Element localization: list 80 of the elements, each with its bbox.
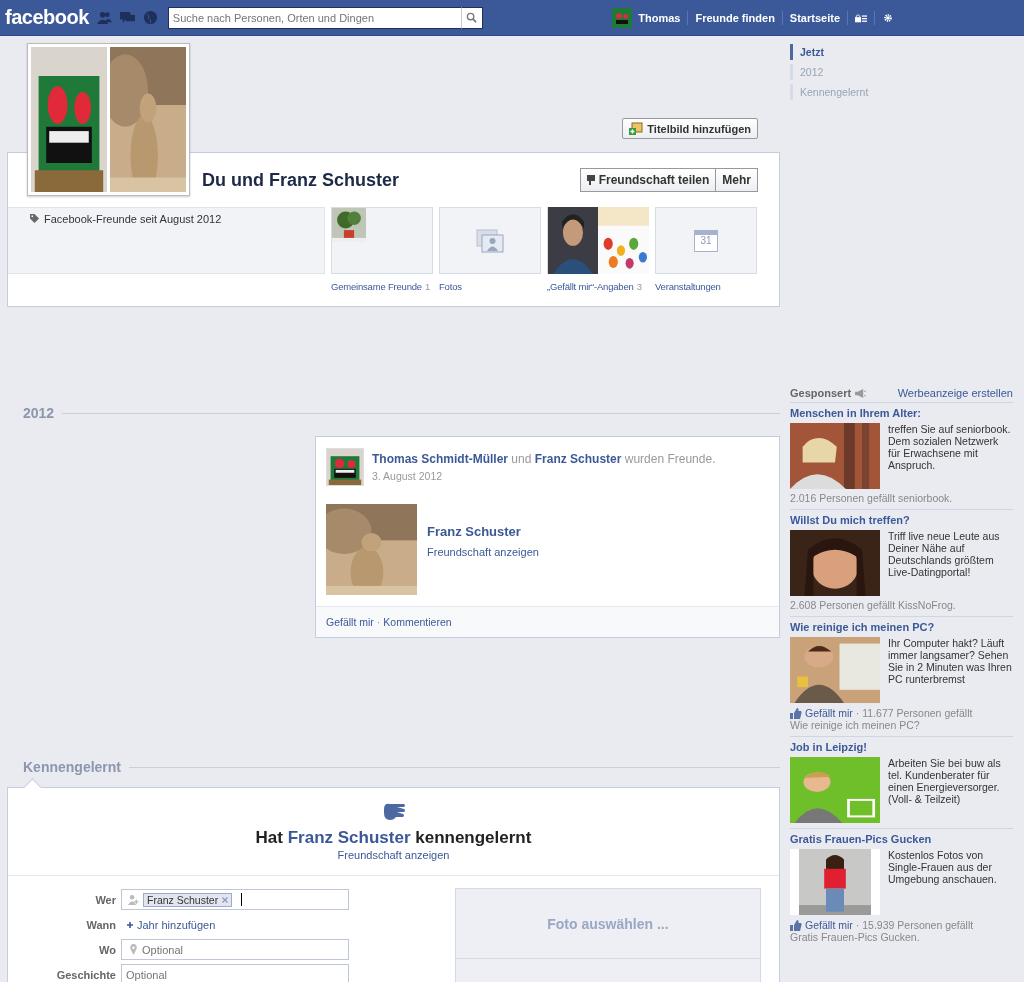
ad-title[interactable]: Gratis Frauen-Pics Gucken bbox=[790, 833, 1013, 845]
lock-icon[interactable] bbox=[855, 12, 867, 23]
search-field[interactable]: Suche nach Personen, Orten und Dingen bbox=[167, 6, 461, 29]
plus-icon bbox=[127, 921, 133, 928]
tile[interactable] bbox=[547, 207, 649, 274]
ad-title[interactable]: Willst Du mich treffen? bbox=[790, 514, 1013, 526]
ad-text: treffen Sie auf seniorbook. Dem sozialen Netzwerk für Erwachsene mit Anspruch. bbox=[888, 423, 1012, 473]
ad-title[interactable]: Menschen in Ihrem Alter: bbox=[790, 407, 1013, 419]
tile-link[interactable]: Fotos bbox=[439, 281, 462, 292]
profile-link[interactable]: Thomas bbox=[638, 11, 681, 24]
profile-link[interactable]: Thomas Schmidt-Müller bbox=[372, 452, 508, 466]
social-text: 2.608 Personen gefällt KissNoFrog. bbox=[790, 599, 957, 611]
megaphone-icon bbox=[855, 388, 867, 398]
share-friendship-button[interactable]: Freundschaft teilen bbox=[579, 168, 717, 192]
section-heading: Kennengelernt bbox=[23, 759, 121, 775]
field-label: Wer bbox=[94, 893, 117, 906]
view-friendship-link[interactable]: Freundschaft anzeigen bbox=[337, 849, 450, 861]
tile[interactable] bbox=[439, 207, 541, 274]
more-button[interactable]: Mehr bbox=[716, 168, 758, 192]
hand-icon bbox=[381, 801, 406, 821]
like-link[interactable]: Gefällt mir bbox=[790, 707, 853, 719]
search-icon bbox=[466, 12, 478, 23]
friend-name-link[interactable]: Franz Schuster bbox=[287, 828, 411, 847]
profile-link[interactable]: Franz Schuster bbox=[534, 452, 622, 466]
add-year-link[interactable]: Jahr hinzufügen bbox=[127, 918, 216, 931]
image-add-icon bbox=[629, 121, 644, 136]
count-text: 1 bbox=[424, 281, 430, 292]
field-label: Wann bbox=[85, 918, 117, 931]
friends-since-text: Facebook-Freunde seit August 2012 bbox=[44, 213, 222, 225]
ad-text: Arbeiten Sie bei buw als tel. Kundenberater für einen Energieversorger. (Voll- & Teilzeit) bbox=[888, 757, 1002, 807]
nav-link[interactable]: Startseite bbox=[789, 11, 840, 24]
tile[interactable] bbox=[331, 207, 433, 274]
tile-link[interactable]: Veranstaltungen bbox=[655, 281, 721, 292]
field-label: Geschichte bbox=[55, 968, 117, 981]
friend-name-link[interactable]: Franz Schuster bbox=[427, 523, 539, 539]
year-heading: 2012 bbox=[23, 405, 55, 421]
ad-text: Kostenlos Fotos von Single-Frauen aus der Umgebung anschauen. bbox=[888, 849, 998, 887]
tile-link[interactable]: Gemeinsame Freunde bbox=[331, 281, 422, 292]
pin-icon bbox=[128, 944, 139, 955]
field-label: Wo bbox=[98, 943, 117, 956]
person-add-icon bbox=[128, 894, 139, 905]
nav-link[interactable]: Freunde finden bbox=[695, 11, 775, 24]
separator-text: · bbox=[376, 616, 381, 628]
place-field[interactable]: Optional bbox=[121, 939, 349, 960]
ad-title[interactable]: Job in Leipzig! bbox=[790, 741, 1013, 753]
like-link[interactable]: Gefällt mir bbox=[790, 919, 853, 931]
social-text: 2.016 Personen gefällt seniorbook. bbox=[790, 492, 954, 504]
ad-text: Ihr Computer hakt? Läuft immer langsamer? Sehen Sie in 2 Minuten was Ihren PC runterbremst bbox=[888, 637, 1013, 687]
logo[interactable]: facebook bbox=[5, 6, 89, 29]
settings-icon[interactable] bbox=[882, 12, 894, 23]
ad-text: Triff live neue Leute aus Deiner Nähe auf Deutschlands größtem Live-Datingportal! bbox=[888, 530, 1001, 580]
tile-link[interactable]: „Gefällt mir“-Angaben bbox=[547, 281, 634, 292]
page-title: Du und Franz Schuster bbox=[202, 169, 399, 191]
story-text: Thomas Schmidt-Müller und Franz Schuster wurden Freunde. bbox=[372, 452, 716, 466]
date-text: 3. August 2012 bbox=[372, 470, 444, 482]
thumbs-up-icon bbox=[790, 919, 802, 931]
flag-icon bbox=[586, 175, 595, 185]
met-title: Hat Franz Schuster kennengelernt bbox=[255, 828, 532, 848]
timeline-nav-item[interactable]: Jetzt bbox=[790, 44, 1013, 60]
calendar-icon: 31 bbox=[694, 229, 718, 252]
sponsored-heading: Gesponsert bbox=[790, 387, 852, 399]
ad-source-text: Wie reinige ich meinen PC? bbox=[790, 719, 921, 731]
who-field[interactable]: Franz Schuster bbox=[121, 889, 349, 910]
social-text: · 11.677 Personen gefällt bbox=[855, 707, 973, 719]
count-text: 3 bbox=[636, 281, 642, 292]
add-cover-button[interactable]: Titelbild hinzufügen bbox=[622, 118, 758, 139]
view-friendship-link[interactable]: Freundschaft anzeigen bbox=[427, 545, 539, 558]
ad-title[interactable]: Wie reinige ich meinen PC? bbox=[790, 621, 1013, 633]
social-text: · 15.939 Personen gefällt bbox=[855, 919, 974, 931]
story-field[interactable]: Optional bbox=[121, 964, 349, 982]
photos-icon bbox=[476, 228, 504, 253]
like-link[interactable]: Gefällt mir bbox=[326, 616, 374, 628]
thumbs-up-icon bbox=[790, 707, 802, 719]
create-ad-link[interactable]: Werbeanzeige erstellen bbox=[897, 387, 1013, 399]
tag-icon bbox=[30, 214, 39, 223]
profile-frame[interactable] bbox=[27, 43, 190, 196]
person-token[interactable]: Franz Schuster bbox=[143, 892, 233, 907]
search-button[interactable] bbox=[460, 6, 483, 29]
ad-source-text: Gratis Frauen-Pics Gucken. bbox=[790, 931, 921, 943]
comment-link[interactable]: Kommentieren bbox=[383, 616, 452, 628]
